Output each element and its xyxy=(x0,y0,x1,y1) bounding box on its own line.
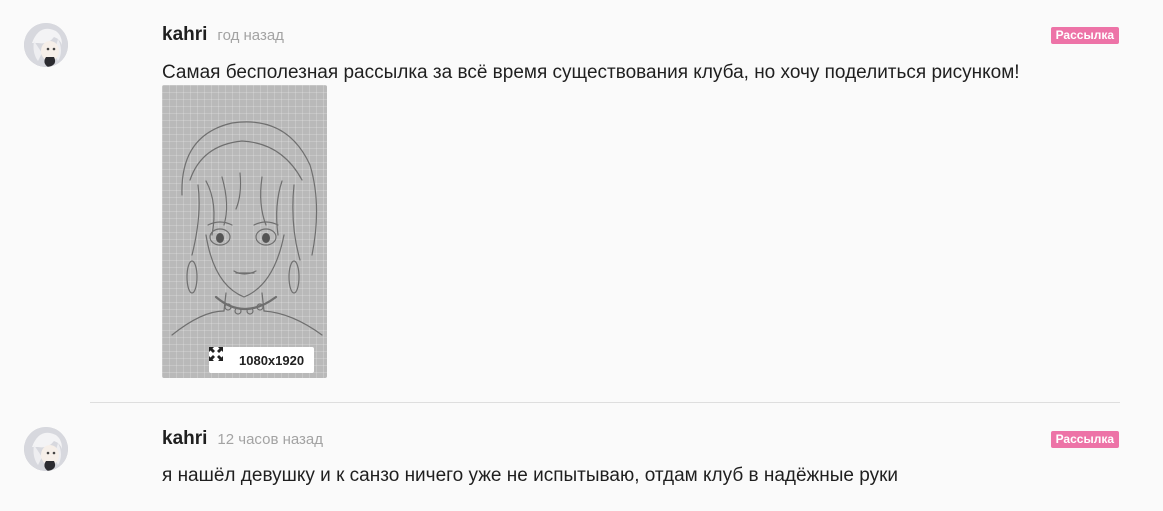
avatar[interactable] xyxy=(24,427,68,471)
post-time[interactable]: год назад xyxy=(217,27,284,44)
post-time[interactable]: 12 часов назад xyxy=(217,431,323,448)
post-header: kahri год назад xyxy=(162,24,284,48)
author-name[interactable]: kahri xyxy=(162,24,207,46)
avatar[interactable] xyxy=(24,23,68,67)
category-badge[interactable]: Рассылка xyxy=(1050,431,1119,448)
post-header: kahri 12 часов назад xyxy=(162,428,323,452)
author-name[interactable]: kahri xyxy=(162,428,207,450)
category-badge[interactable]: Рассылка xyxy=(1050,27,1119,44)
post-text: я нашёл девушку и к санзо ничего уже не … xyxy=(162,465,899,486)
image-size-badge[interactable]: 1080x1920 xyxy=(209,347,315,373)
sketch-drawing xyxy=(171,121,323,336)
post-text: Самая бесполезная рассылка за всё время … xyxy=(162,62,1020,83)
post-divider xyxy=(90,402,1120,403)
image-attachment[interactable]: 1080x1920 xyxy=(162,85,327,378)
expand-icon xyxy=(209,347,233,367)
image-size-label: 1080x1920 xyxy=(239,352,305,368)
comment-feed: kahri год назад Рассылка Самая бесполезн… xyxy=(0,0,1163,511)
